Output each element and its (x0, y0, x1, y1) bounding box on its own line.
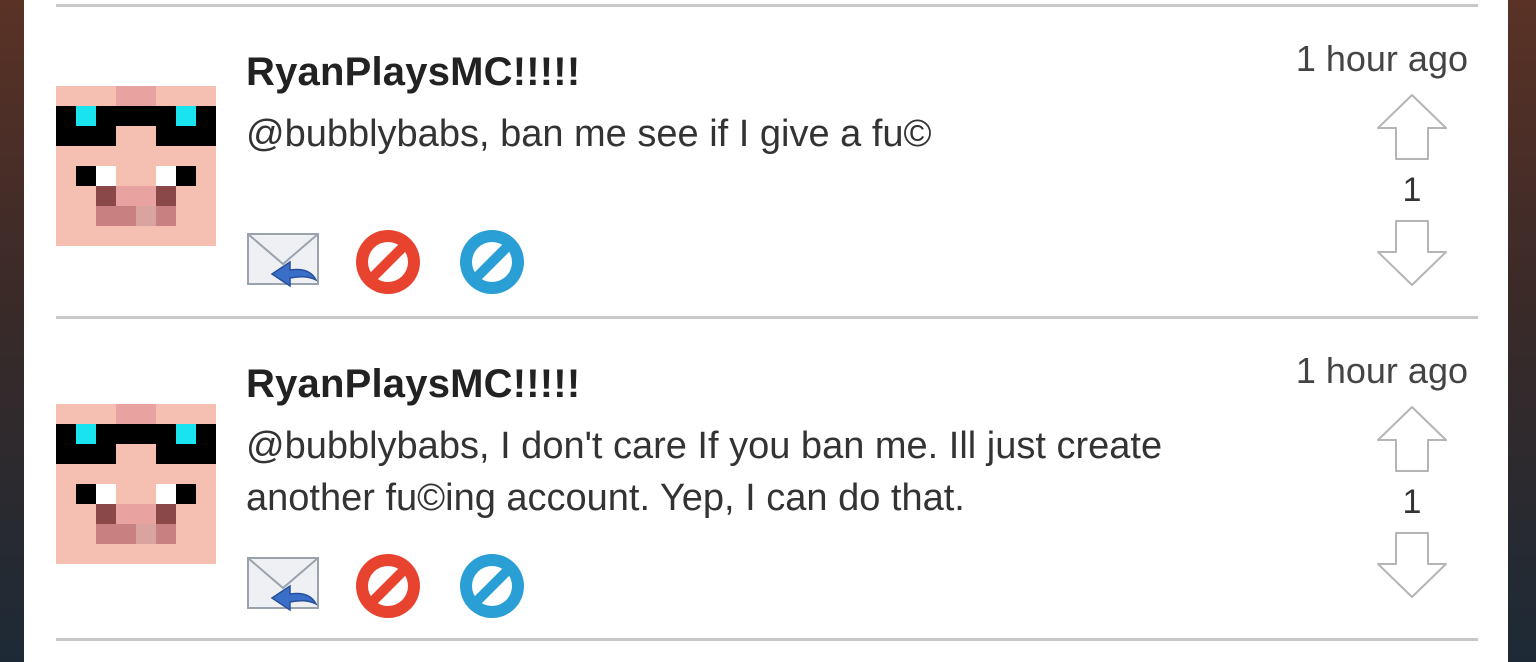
upvote-arrow-icon[interactable] (1375, 92, 1449, 162)
reply-button[interactable] (246, 224, 322, 300)
reply-mail-icon (247, 557, 319, 612)
ban-button-red[interactable] (350, 224, 426, 300)
vote-count: 1 (1402, 171, 1422, 209)
timestamp: 1 hour ago (1295, 350, 1468, 391)
comment-actions (246, 548, 558, 624)
comment-text: @bubblybabs, ban me see if I give a fu© (246, 113, 932, 155)
downvote-arrow-icon[interactable] (1375, 530, 1449, 600)
username[interactable]: RyanPlaysMC!!!!! (246, 362, 580, 407)
pig-with-sunglasses-avatar-icon (56, 86, 216, 246)
ban-red-icon (356, 554, 420, 618)
reply-button[interactable] (246, 548, 322, 624)
username[interactable]: RyanPlaysMC!!!!! (246, 50, 580, 95)
comment-item: RyanPlaysMC!!!!! @bubblybabs, ban me see… (24, 8, 1508, 320)
comment-panel: RyanPlaysMC!!!!! @bubblybabs, ban me see… (24, 0, 1508, 662)
divider (56, 316, 1478, 319)
vote-control: 1 (1374, 404, 1450, 600)
background-left (0, 0, 24, 662)
ban-button-blue[interactable] (454, 548, 530, 624)
comment-actions (246, 224, 558, 300)
downvote-arrow-icon[interactable] (1375, 218, 1449, 288)
divider (56, 4, 1478, 7)
pig-with-sunglasses-avatar-icon (56, 404, 216, 564)
upvote-arrow-icon[interactable] (1375, 404, 1449, 474)
divider (56, 638, 1478, 641)
vote-count: 1 (1402, 483, 1422, 521)
avatar[interactable] (56, 86, 216, 246)
vote-control: 1 (1374, 92, 1450, 288)
avatar[interactable] (56, 404, 216, 564)
ban-button-red[interactable] (350, 548, 426, 624)
background-right (1508, 0, 1536, 662)
ban-red-icon (356, 230, 420, 294)
comment-item: RyanPlaysMC!!!!! @bubblybabs, I don't ca… (24, 320, 1508, 632)
timestamp: 1 hour ago (1295, 38, 1468, 79)
ban-blue-icon (460, 554, 524, 618)
ban-button-blue[interactable] (454, 224, 530, 300)
comment-text: @bubblybabs, I don't care If you ban me.… (246, 425, 1163, 519)
reply-mail-icon (247, 233, 319, 288)
ban-blue-icon (460, 230, 524, 294)
